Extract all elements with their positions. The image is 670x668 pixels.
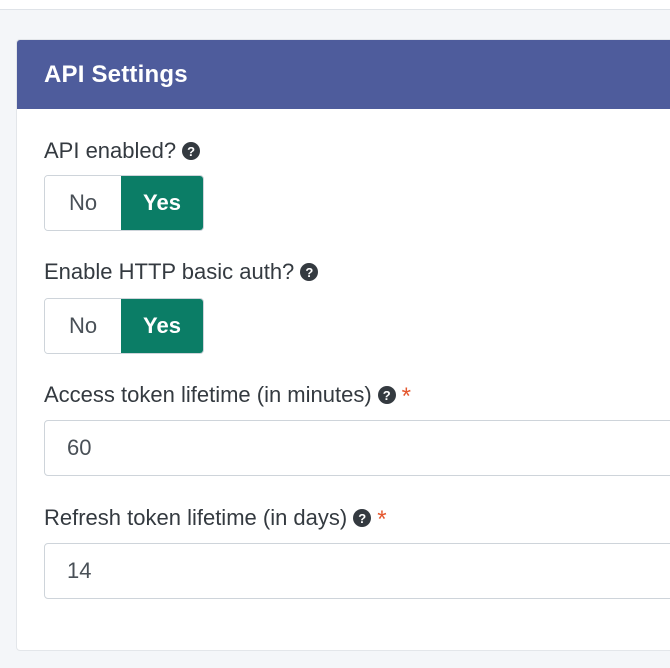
access-token-lifetime-input[interactable]: 60 [44, 420, 670, 476]
api-enabled-yes-button[interactable]: Yes [121, 176, 203, 230]
http-basic-auth-label: Enable HTTP basic auth? ? [44, 259, 319, 285]
api-enabled-label: API enabled? ? [44, 138, 201, 164]
http-basic-auth-label-text: Enable HTTP basic auth? [44, 259, 295, 284]
api-enabled-label-text: API enabled? [44, 138, 177, 163]
question-circle-icon[interactable]: ? [353, 509, 372, 527]
top-strip [0, 0, 670, 10]
access-token-lifetime-label-text: Access token lifetime (in minutes) [44, 382, 372, 407]
api-enabled-toggle: No Yes [44, 175, 204, 231]
required-indicator: * [377, 506, 387, 533]
http-basic-auth-yes-button[interactable]: Yes [121, 299, 203, 353]
http-basic-auth-no-button[interactable]: No [45, 299, 121, 353]
card-title: API Settings [44, 60, 188, 88]
api-enabled-no-button[interactable]: No [45, 176, 121, 230]
refresh-token-lifetime-label: Refresh token lifetime (in days) ? * [44, 505, 387, 533]
question-circle-icon[interactable]: ? [300, 263, 319, 281]
question-circle-icon[interactable]: ? [377, 386, 396, 404]
refresh-token-lifetime-label-text: Refresh token lifetime (in days) [44, 505, 348, 530]
access-token-lifetime-label: Access token lifetime (in minutes) ? * [44, 382, 412, 410]
refresh-token-lifetime-value: 14 [67, 558, 92, 583]
access-token-lifetime-value: 60 [67, 435, 92, 460]
card-header: API Settings [17, 40, 670, 109]
required-indicator: * [401, 383, 412, 410]
api-settings-card: API Settings API enabled? ? No Yes Enabl… [16, 39, 670, 651]
http-basic-auth-toggle: No Yes [44, 298, 204, 354]
question-circle-icon[interactable]: ? [182, 142, 201, 160]
refresh-token-lifetime-input[interactable]: 14 [44, 543, 670, 599]
